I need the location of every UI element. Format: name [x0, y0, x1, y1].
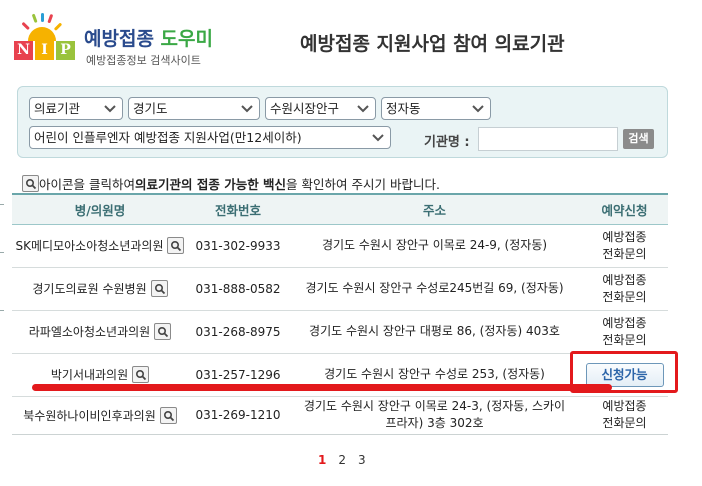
address: 경기도 수원시 장안구 대평로 86, (정자동) 403호: [309, 324, 560, 338]
institution-name[interactable]: SK메디모아소아청소년과의원: [16, 237, 164, 254]
magnifier-icon[interactable]: [159, 406, 177, 424]
edge-mark: [0, 252, 4, 253]
address: 경기도 수원시 장안구 수성로 253, (정자동): [324, 367, 545, 381]
reservation-status: 예방접종 전화문의: [602, 315, 647, 347]
magnifier-icon: [22, 175, 39, 192]
magnifier-icon[interactable]: [132, 366, 150, 383]
notice-text: 아이콘을 클릭하여 의료기관의 접종 가능한 백신 을 확인하여 주시기 바랍니…: [22, 174, 440, 193]
table-row: 북수원하나이비인후과의원 031-269-1210 경기도 수원시 장안구 이목…: [12, 396, 668, 435]
address: 경기도 수원시 장안구 이목로 24-9, (정자동): [321, 238, 548, 252]
notice-strong: 의료기관의 접종 가능한 백신: [134, 177, 287, 192]
header-reservation: 예약신청: [581, 193, 668, 225]
logo-letter-p: P: [56, 41, 75, 60]
institution-table: 병/의원명 전화번호 주소 예약신청 SK메디모아소아청소년과의원 031-30…: [12, 193, 668, 435]
chevron-down-icon: [241, 105, 253, 113]
table-row: 경기도의료원 수원병원 031-888-0582 경기도 수원시 장안구 수성로…: [12, 267, 668, 311]
magnifier-icon[interactable]: [154, 323, 172, 340]
header-address: 주소: [288, 193, 581, 225]
address: 경기도 수원시 장안구 이목로 24-3, (정자동, 스카이 프라자) 3층 …: [303, 399, 566, 430]
table-row: 라파엘소아청소년과의원 031-268-8975 경기도 수원시 장안구 대평로…: [12, 310, 668, 354]
notice-after: 을 확인하여 주시기 바랍니다.: [286, 177, 440, 192]
province-value: 경기도: [133, 101, 168, 116]
phone-number: 031-268-8975: [188, 310, 288, 354]
brand-name[interactable]: 예방접종 도우미: [84, 24, 213, 51]
pagination: 1 2 3: [318, 453, 366, 467]
edge-mark: [0, 204, 4, 205]
phone-number: 031-269-1210: [188, 396, 288, 435]
magnifier-icon[interactable]: [150, 280, 168, 297]
institution-name[interactable]: 북수원하나이비인후과의원: [23, 407, 155, 424]
institution-name[interactable]: 박기서내과의원: [51, 366, 128, 383]
table-header-row: 병/의원명 전화번호 주소 예약신청: [12, 193, 668, 225]
page-link[interactable]: 3: [358, 453, 366, 467]
page-title: 예방접종 지원사업 참여 의료기관: [300, 33, 565, 55]
notice-before: 아이콘을 클릭하여: [39, 177, 135, 192]
magnifier-icon[interactable]: [167, 237, 185, 254]
city-select[interactable]: 수원시장안구: [265, 97, 376, 120]
address: 경기도 수원시 장안구 수성로245번길 69, (정자동): [305, 281, 564, 295]
district-value: 정자동: [386, 101, 421, 116]
page-link[interactable]: 2: [338, 453, 346, 467]
brand-subtitle: 예방접종정보 검색사이트: [86, 54, 201, 67]
header-name: 병/의원명: [12, 193, 188, 225]
chevron-down-icon: [357, 105, 369, 113]
page-link-current[interactable]: 1: [318, 453, 326, 467]
search-button[interactable]: 검색: [623, 129, 654, 149]
program-select[interactable]: 어린이 인플루엔자 예방접종 지원사업(만12세이하): [29, 126, 391, 149]
reservation-status: 예방접종 전화문의: [602, 272, 647, 304]
program-value: 어린이 인플루엔자 예방접종 지원사업(만12세이하): [34, 130, 302, 145]
header-phone: 전화번호: [188, 193, 288, 225]
logo-letter-i: I: [35, 41, 54, 60]
phone-number: 031-302-9933: [188, 224, 288, 268]
edge-mark: [0, 310, 4, 311]
phone-number: 031-888-0582: [188, 267, 288, 311]
chevron-down-icon: [104, 105, 116, 113]
logo-letter-n: N: [14, 41, 33, 60]
category-value: 의료기관: [34, 101, 81, 116]
chevron-down-icon: [372, 134, 384, 142]
institution-name[interactable]: 경기도의료원 수원병원: [32, 280, 146, 297]
table-row: SK메디모아소아청소년과의원 031-302-9933 경기도 수원시 장안구 …: [12, 224, 668, 268]
brand-main: 예방접종: [84, 28, 154, 50]
institution-name-label: 기관명 :: [424, 135, 470, 150]
category-select[interactable]: 의료기관: [29, 97, 123, 120]
institution-name-input[interactable]: [478, 127, 618, 151]
province-select[interactable]: 경기도: [128, 97, 260, 120]
sun-logo-icon: [22, 13, 62, 41]
brand-accent: 도우미: [160, 28, 213, 50]
city-value: 수원시장안구: [270, 101, 340, 116]
chevron-down-icon: [472, 105, 484, 113]
reservation-status: 예방접종 전화문의: [602, 399, 647, 430]
site-logo[interactable]: N I P: [12, 13, 76, 65]
district-select[interactable]: 정자동: [381, 97, 491, 120]
institution-name[interactable]: 라파엘소아청소년과의원: [29, 323, 150, 340]
highlight-underline: [32, 384, 612, 391]
reservation-status: 예방접종 전화문의: [602, 229, 647, 261]
